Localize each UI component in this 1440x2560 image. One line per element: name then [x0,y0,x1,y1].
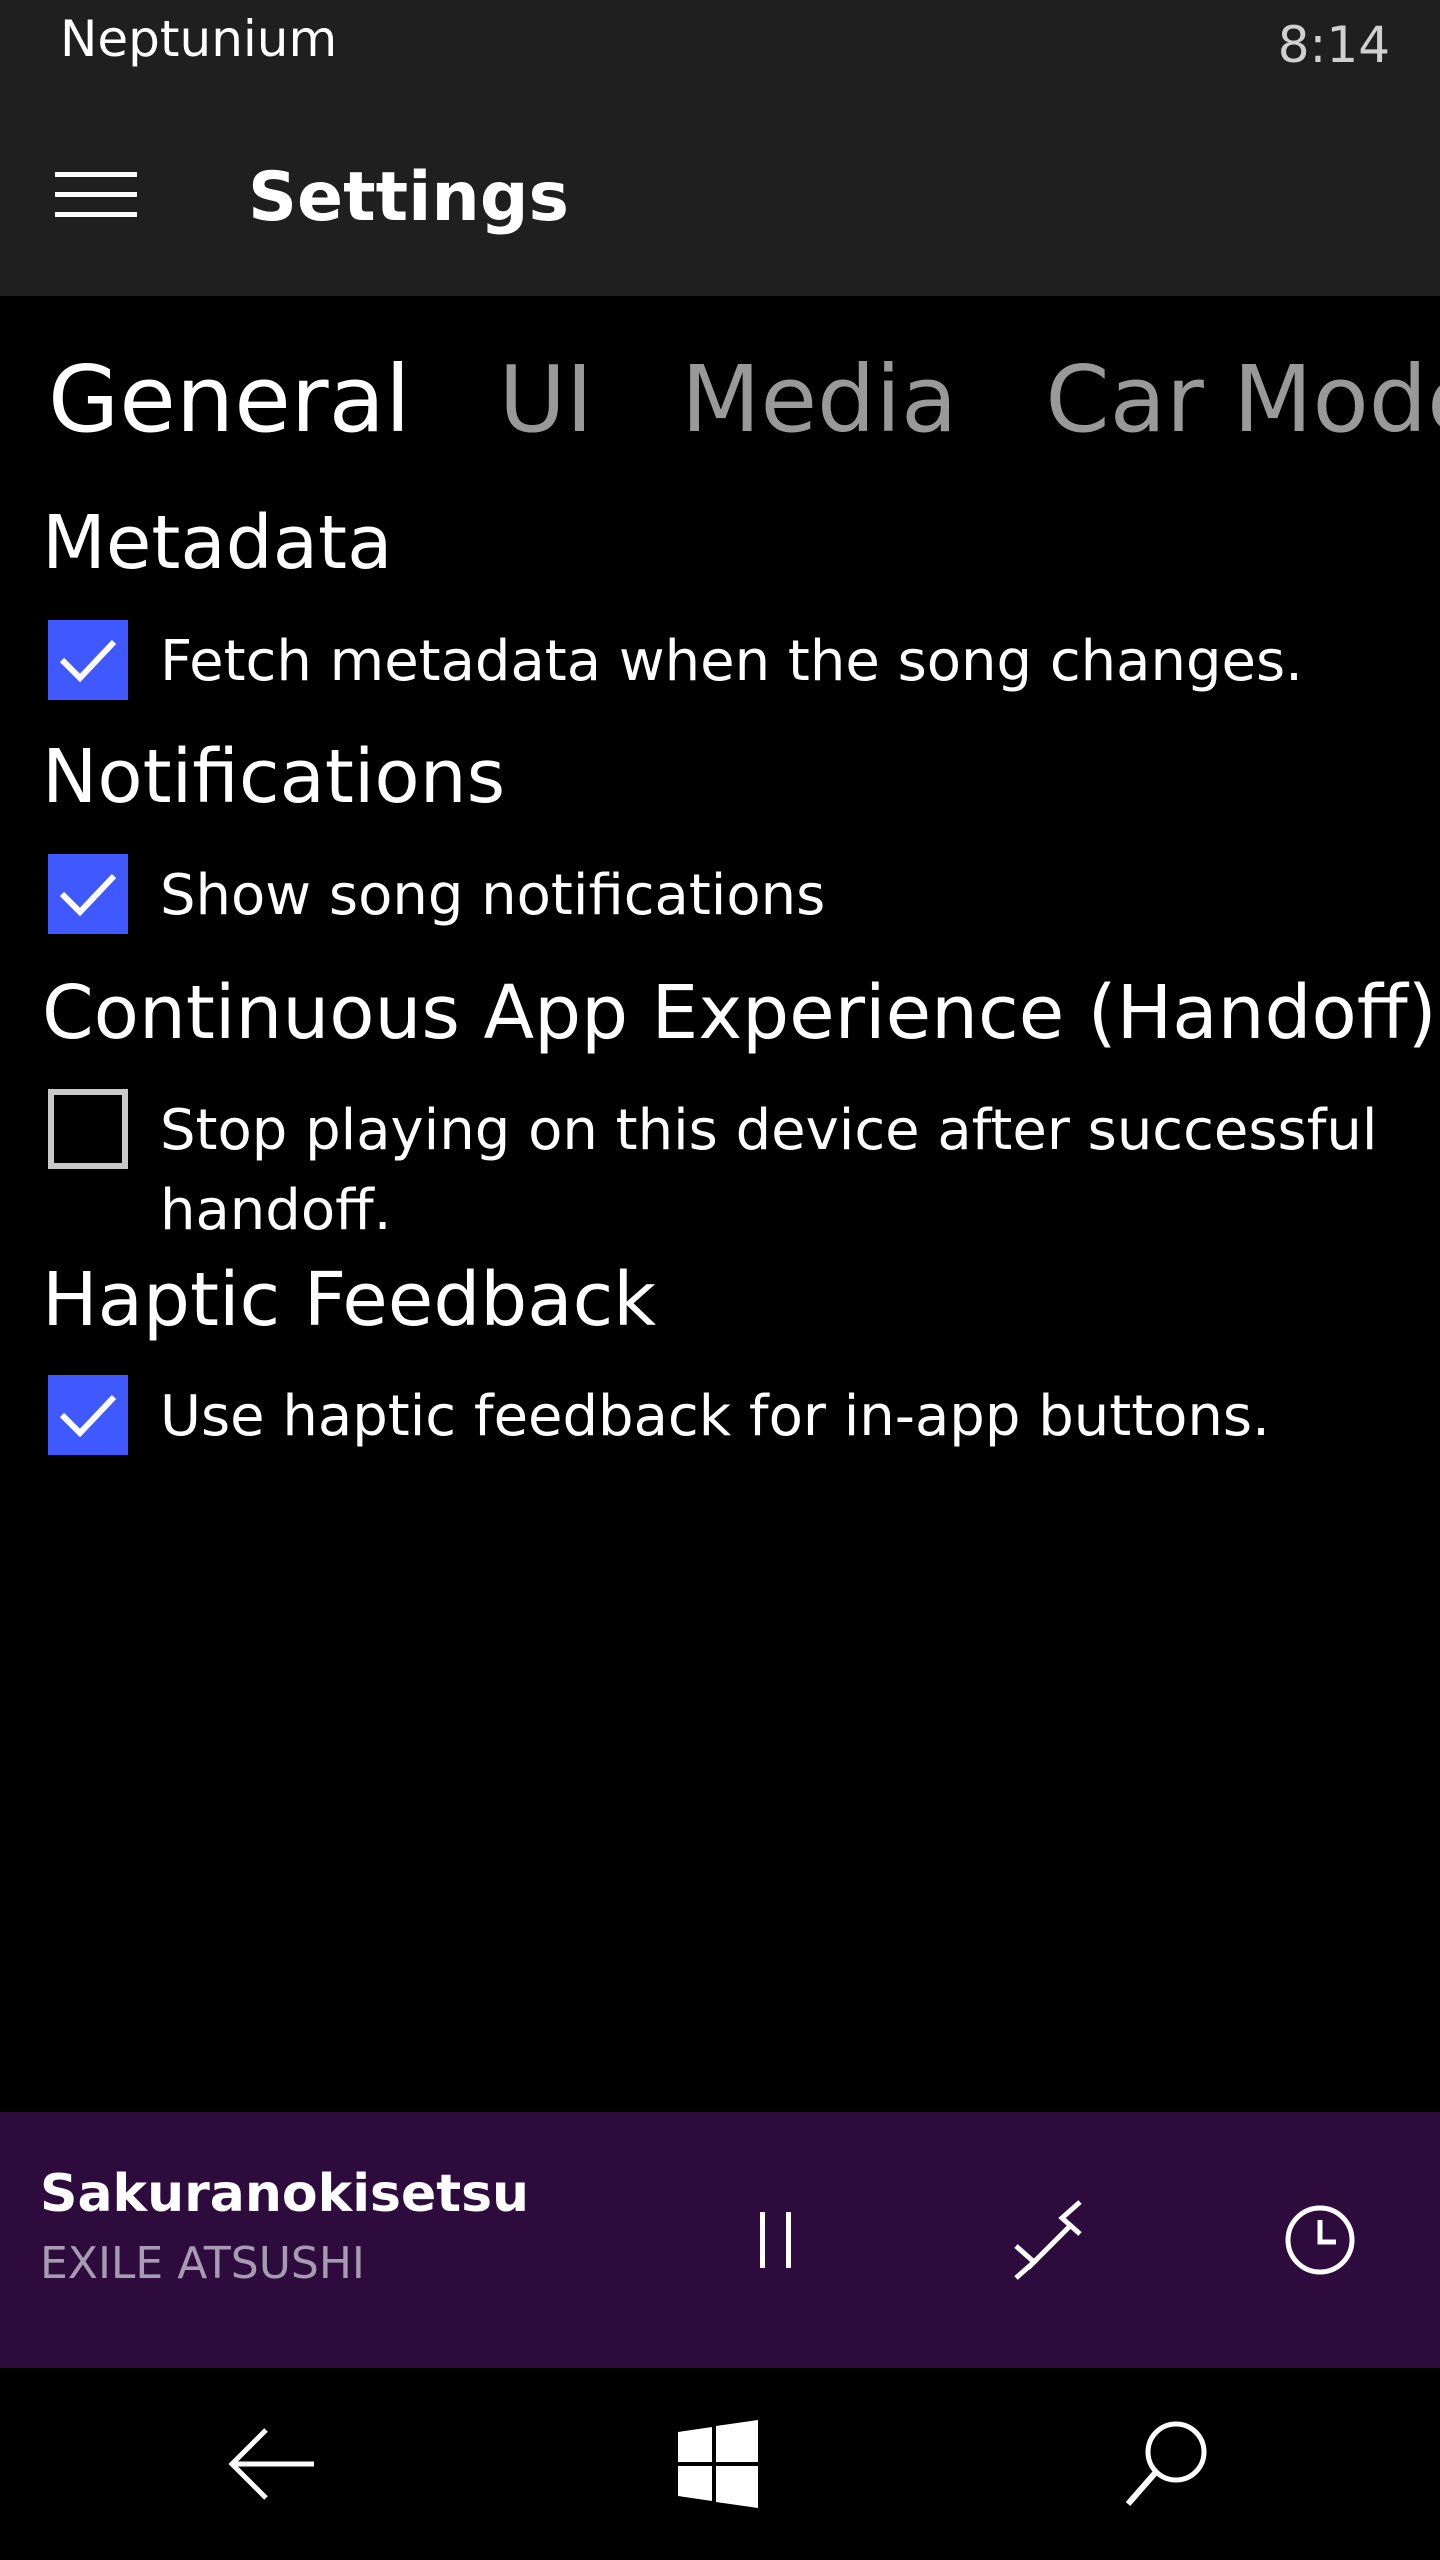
navigation-bar [0,2368,1440,2560]
section-title-metadata: Metadata [42,500,393,586]
tab-media[interactable]: Media [681,340,957,460]
windows-logo-icon[interactable] [658,2404,778,2524]
song-title: Sakuranokisetsu [40,2164,530,2224]
song-artist: EXILE ATSUSHI [40,2238,365,2289]
checkbox-checked[interactable] [48,854,128,934]
pause-icon[interactable] [726,2190,826,2290]
hamburger-menu-icon[interactable] [55,168,137,220]
section-title-handoff: Continuous App Experience (Handoff) [42,970,1437,1056]
tab-car-mode[interactable]: Car Mode [1045,340,1440,460]
section-title-haptic: Haptic Feedback [42,1257,657,1343]
checkbox-checked[interactable] [48,620,128,700]
back-arrow-icon[interactable] [212,2404,332,2524]
option-label: Show song notifications [160,863,826,928]
sleep-timer-icon[interactable] [1270,2190,1370,2290]
option-label: Stop playing on this device after succes… [160,1098,1378,1243]
search-icon[interactable] [1108,2404,1228,2524]
status-time: 8:14 [1277,16,1390,74]
section-title-notifications: Notifications [42,734,506,820]
now-playing-bar[interactable]: Sakuranokisetsu EXILE ATSUSHI [0,2112,1440,2368]
option-label: Fetch metadata when the song changes. [160,629,1303,694]
tab-general[interactable]: General [48,340,411,460]
option-label: Use haptic feedback for in-app buttons. [160,1384,1270,1449]
handoff-icon[interactable] [998,2190,1098,2290]
checkbox-checked[interactable] [48,1375,128,1455]
checkbox-unchecked[interactable] [48,1089,128,1169]
tab-ui[interactable]: UI [499,340,593,460]
app-name: Neptunium [60,10,338,68]
page-title: Settings [248,158,569,237]
title-bar: Neptunium 8:14 Settings [0,0,1440,296]
pivot-tabs: General UI Media Car Mode [48,340,1440,460]
